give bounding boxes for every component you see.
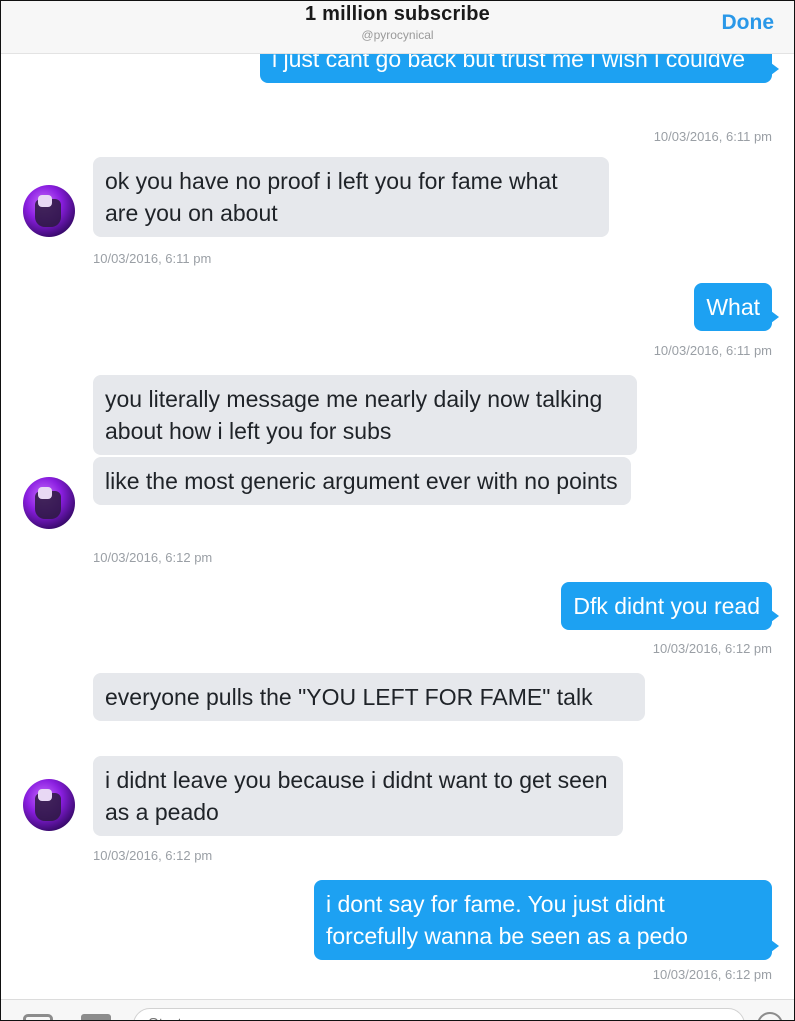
incoming-message[interactable]: everyone pulls the "YOU LEFT FOR FAME" t… <box>93 673 645 721</box>
camera-icon[interactable] <box>23 1014 53 1020</box>
dm-screen: i just cant go back but trust me i wish … <box>0 0 795 1021</box>
done-button[interactable]: Done <box>722 11 775 35</box>
outgoing-message[interactable]: Dfk didnt you read <box>561 582 779 630</box>
conversation-title: 1 million subscribe <box>305 3 490 25</box>
user-handle: @pyrocynical <box>361 28 434 42</box>
incoming-message[interactable]: like the most generic argument ever with… <box>93 457 631 505</box>
message-timestamp: 10/03/2016, 6:11 pm <box>653 129 772 144</box>
message-timestamp: 10/03/2016, 6:12 pm <box>93 848 213 863</box>
incoming-message[interactable]: ok you have no proof i left you for fame… <box>93 157 609 237</box>
outgoing-message[interactable]: i dont say for fame. You just didnt forc… <box>314 880 779 960</box>
message-thread[interactable]: i just cant go back but trust me i wish … <box>1 1 794 1001</box>
avatar[interactable] <box>23 477 75 529</box>
outgoing-message[interactable]: What <box>694 283 779 331</box>
conversation-header: 1 million subscribe @pyrocynical Done <box>1 1 794 54</box>
emoji-icon[interactable] <box>757 1012 783 1020</box>
incoming-message[interactable]: you literally message me nearly daily no… <box>93 375 637 455</box>
message-timestamp: 10/03/2016, 6:11 pm <box>653 343 772 358</box>
message-timestamp: 10/03/2016, 6:12 pm <box>652 641 772 656</box>
avatar[interactable] <box>23 185 75 237</box>
avatar[interactable] <box>23 779 75 831</box>
message-timestamp: 10/03/2016, 6:12 pm <box>652 967 772 982</box>
incoming-message[interactable]: i didnt leave you because i didnt want t… <box>93 756 623 836</box>
message-timestamp: 10/03/2016, 6:12 pm <box>93 550 213 565</box>
message-input[interactable] <box>133 1008 745 1020</box>
gif-icon[interactable] <box>81 1014 111 1020</box>
message-composer <box>1 999 794 1020</box>
message-timestamp: 10/03/2016, 6:11 pm <box>93 251 212 266</box>
